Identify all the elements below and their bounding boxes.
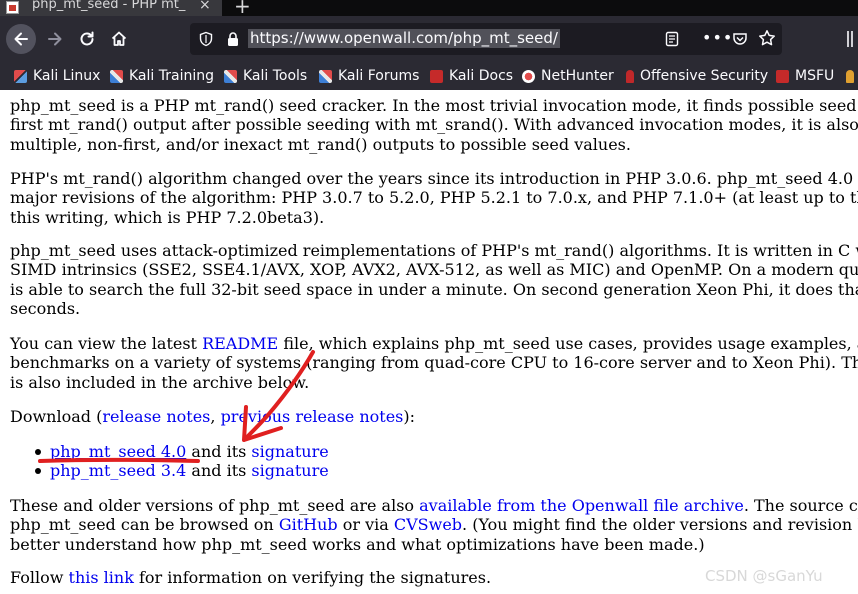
lock-icon[interactable] bbox=[226, 31, 240, 47]
reload-icon bbox=[80, 31, 94, 46]
download-list: php_mt_seed 4.0 and its signature php_mt… bbox=[10, 442, 329, 480]
download-link-4-0[interactable]: php_mt_seed 4.0 bbox=[50, 442, 186, 461]
bookmark-kali-docs[interactable]: Kali Docs bbox=[430, 66, 513, 86]
reader-view-icon[interactable] bbox=[664, 31, 680, 47]
tab-title: php_mt_seed - PHP mt_ bbox=[32, 0, 186, 12]
home-icon bbox=[111, 31, 127, 46]
kali-docs-icon bbox=[430, 69, 443, 83]
bookmark-kali-tools[interactable]: Kali Tools bbox=[224, 66, 307, 86]
pocket-icon[interactable] bbox=[732, 31, 748, 47]
bookmarks-toolbar: Kali Linux Kali Training Kali Tools Kali… bbox=[0, 62, 858, 90]
forward-button[interactable] bbox=[42, 24, 68, 54]
archive-paragraph: These and older versions of php_mt_seed … bbox=[10, 496, 858, 554]
kali-icon bbox=[110, 69, 123, 83]
page-actions-more-icon[interactable]: ••• bbox=[702, 28, 733, 47]
verify-signatures-link[interactable]: this link bbox=[69, 568, 134, 587]
algorithm-paragraph: PHP's mt_rand() algorithm changed over t… bbox=[10, 169, 858, 227]
back-button[interactable] bbox=[6, 24, 36, 54]
bookmark-overflow-icon bbox=[846, 69, 854, 83]
cvsweb-link[interactable]: CVSweb bbox=[394, 515, 462, 534]
offsec-icon bbox=[626, 69, 634, 83]
signature-info-paragraph: Follow this link for information on veri… bbox=[10, 568, 492, 587]
implementation-paragraph: php_mt_seed uses attack-optimized reimpl… bbox=[10, 241, 858, 318]
readme-link[interactable]: README bbox=[202, 334, 278, 353]
home-button[interactable] bbox=[106, 24, 132, 54]
nethunter-icon bbox=[522, 69, 535, 83]
library-icon[interactable] bbox=[846, 30, 858, 48]
tracking-shield-icon[interactable] bbox=[198, 31, 214, 47]
tab-close-icon[interactable]: × bbox=[199, 0, 211, 13]
reload-button[interactable] bbox=[74, 24, 100, 54]
openwall-archive-link[interactable]: available from the Openwall file archive bbox=[419, 496, 744, 515]
download-link-3-4[interactable]: php_mt_seed 3.4 bbox=[50, 461, 186, 480]
download-heading: Download (release notes, previous releas… bbox=[10, 407, 416, 426]
intro-paragraph: php_mt_seed is a PHP mt_rand() seed crac… bbox=[10, 96, 858, 154]
address-bar[interactable]: https://www.openwall.com/php_mt_seed/ ••… bbox=[190, 23, 782, 55]
github-link[interactable]: GitHub bbox=[279, 515, 338, 534]
url-input[interactable]: https://www.openwall.com/php_mt_seed/ bbox=[248, 29, 560, 48]
signature-link-3-4[interactable]: signature bbox=[251, 461, 328, 480]
bookmark-offensive-security[interactable]: Offensive Security bbox=[626, 66, 768, 86]
bookmark-kali-linux[interactable]: Kali Linux bbox=[14, 66, 100, 86]
watermark: CSDN @sGanYu bbox=[705, 567, 823, 585]
tab-bar: php_mt_seed - PHP mt_ × + bbox=[0, 0, 858, 18]
bookmark-star-icon[interactable] bbox=[758, 29, 776, 47]
bookmark-kali-training[interactable]: Kali Training bbox=[110, 66, 214, 86]
kali-icon bbox=[319, 69, 332, 83]
bookmark-kali-forums[interactable]: Kali Forums bbox=[319, 66, 419, 86]
tab-active[interactable]: php_mt_seed - PHP mt_ × bbox=[0, 0, 222, 16]
arrow-left-icon bbox=[14, 32, 28, 46]
arrow-right-icon bbox=[48, 32, 62, 46]
nav-toolbar: https://www.openwall.com/php_mt_seed/ ••… bbox=[0, 16, 858, 62]
favicon-icon bbox=[6, 1, 19, 14]
kali-dragon-icon bbox=[14, 69, 27, 83]
bookmark-overflow[interactable] bbox=[846, 66, 858, 86]
msfu-icon bbox=[776, 69, 789, 83]
list-item: php_mt_seed 4.0 and its signature bbox=[10, 442, 329, 461]
list-item: php_mt_seed 3.4 and its signature bbox=[10, 461, 329, 480]
previous-release-notes-link[interactable]: previous release notes bbox=[221, 407, 404, 426]
signature-link-4-0[interactable]: signature bbox=[251, 442, 328, 461]
bookmark-msfu[interactable]: MSFU bbox=[776, 66, 834, 86]
release-notes-link[interactable]: release notes bbox=[102, 407, 210, 426]
kali-icon bbox=[224, 69, 237, 83]
bookmark-nethunter[interactable]: NetHunter bbox=[522, 66, 614, 86]
readme-paragraph: You can view the latest README file, whi… bbox=[10, 334, 858, 392]
